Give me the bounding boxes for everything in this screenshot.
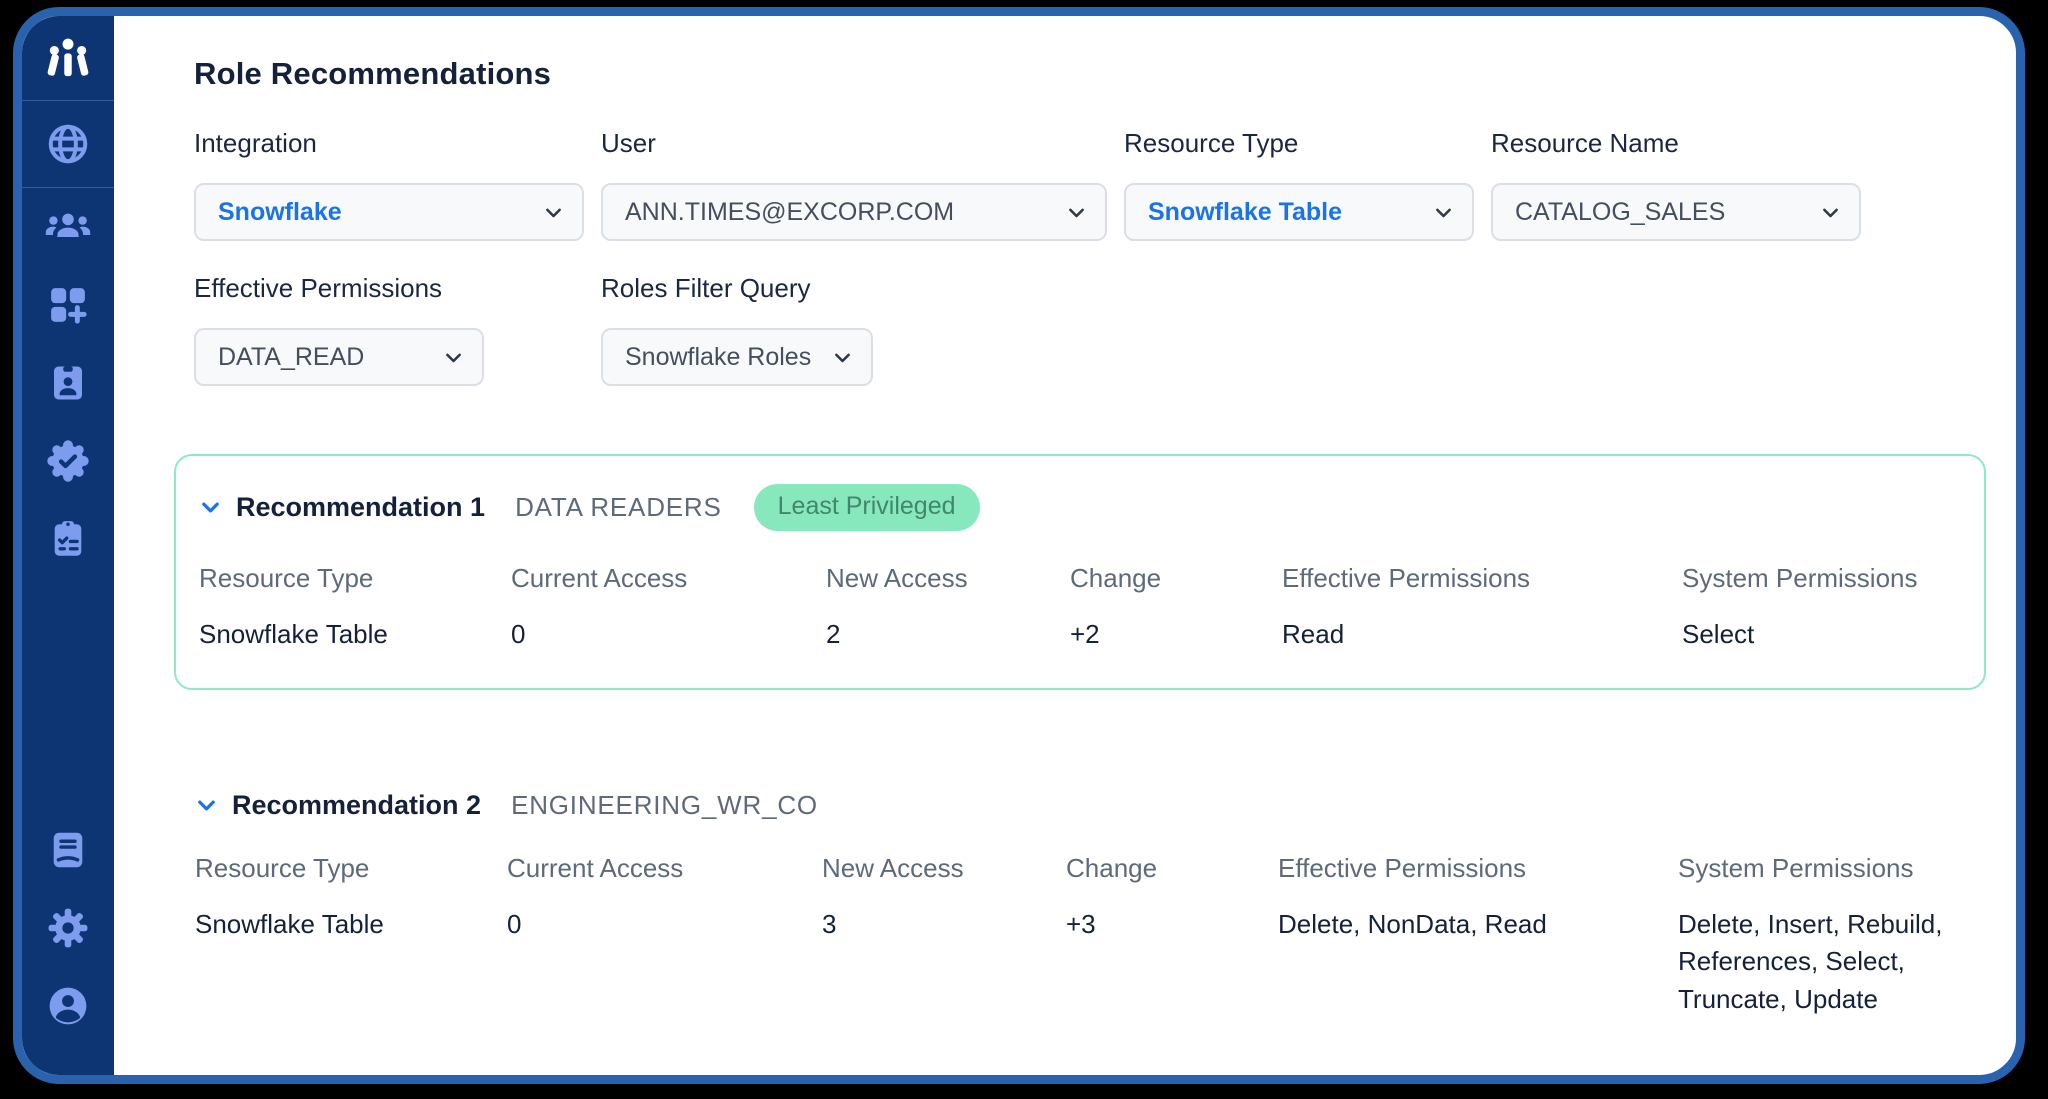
team-icon xyxy=(44,203,92,251)
roles-query-select[interactable]: Snowflake Roles xyxy=(601,328,873,386)
user-select[interactable]: ANN.TIMES@EXCORP.COM xyxy=(601,183,1107,241)
recommendation-2-title: Recommendation 2 xyxy=(232,790,481,821)
recommendation-1-table: Resource Type Current Access New Access … xyxy=(199,563,1984,654)
user-label: User xyxy=(601,128,1107,159)
recommendation-1-title: Recommendation 1 xyxy=(236,492,485,523)
filter-row-1: Integration Snowflake User ANN.TIMES@EXC… xyxy=(194,128,2016,241)
recommendation-2-role: ENGINEERING_WR_CO xyxy=(511,790,818,821)
main-content: Role Recommendations Integration Snowfla… xyxy=(114,16,2016,1075)
cell-new-access: 3 xyxy=(822,906,1066,1019)
chevron-down-icon xyxy=(1433,202,1454,223)
effective-permissions-value: DATA_READ xyxy=(218,343,364,372)
globe-icon xyxy=(45,121,91,167)
three-people-crown-logo-icon xyxy=(40,35,96,87)
integration-select[interactable]: Snowflake xyxy=(194,183,584,241)
recommendation-card-1: Recommendation 1 DATA READERS Least Priv… xyxy=(174,454,1986,690)
resource-type-value: Snowflake Table xyxy=(1148,198,1342,227)
recommendation-2-header: Recommendation 2 ENGINEERING_WR_CO xyxy=(195,790,2016,821)
column-header: Effective Permissions xyxy=(1278,853,1678,884)
sidebar-footer xyxy=(45,799,91,1075)
column-header: New Access xyxy=(826,563,1070,594)
clipboard-check-icon xyxy=(47,518,89,560)
book-icon xyxy=(46,828,90,872)
cell-system-permissions: Select xyxy=(1682,616,1992,654)
effective-permissions-select[interactable]: DATA_READ xyxy=(194,328,484,386)
filter-effective-permissions: Effective Permissions DATA_READ xyxy=(194,273,584,386)
cell-effective-permissions: Read xyxy=(1282,616,1682,654)
column-header: Resource Type xyxy=(195,853,507,884)
cell-new-access: 2 xyxy=(826,616,1070,654)
column-header: Change xyxy=(1066,853,1278,884)
resource-type-select[interactable]: Snowflake Table xyxy=(1124,183,1474,241)
page-title: Role Recommendations xyxy=(194,56,2016,92)
integration-value: Snowflake xyxy=(218,198,342,227)
effective-permissions-label: Effective Permissions xyxy=(194,273,584,304)
chevron-down-icon xyxy=(832,347,853,368)
cell-effective-permissions: Delete, NonData, Read xyxy=(1278,906,1678,1019)
account-icon xyxy=(45,983,91,1029)
cell-current-access: 0 xyxy=(511,616,826,654)
chevron-down-icon xyxy=(543,202,564,223)
integration-label: Integration xyxy=(194,128,584,159)
sidebar-item-settings[interactable] xyxy=(45,889,91,967)
verified-badge-icon xyxy=(45,438,91,484)
recommendation-1-role: DATA READERS xyxy=(515,492,722,523)
least-privileged-badge: Least Privileged xyxy=(754,484,980,531)
resource-name-label: Resource Name xyxy=(1491,128,1861,159)
sidebar-item-id-badge[interactable] xyxy=(22,344,114,422)
user-value: ANN.TIMES@EXCORP.COM xyxy=(625,198,954,227)
sidebar-item-team[interactable] xyxy=(22,188,114,266)
cell-change: +3 xyxy=(1066,906,1278,1019)
chevron-down-icon xyxy=(1820,202,1841,223)
resource-name-select[interactable]: CATALOG_SALES xyxy=(1491,183,1861,241)
sidebar-item-docs[interactable] xyxy=(45,811,91,889)
recommendation-section-2: Recommendation 2 ENGINEERING_WR_CO Resou… xyxy=(194,790,2016,1019)
sidebar-item-apps-add[interactable] xyxy=(22,266,114,344)
chevron-down-icon xyxy=(1066,202,1087,223)
recommendation-1-header: Recommendation 1 DATA READERS Least Priv… xyxy=(199,484,1984,531)
column-header: Current Access xyxy=(511,563,826,594)
app-window: Role Recommendations Integration Snowfla… xyxy=(13,7,2025,1084)
column-header: New Access xyxy=(822,853,1066,884)
sidebar-item-globe[interactable] xyxy=(22,100,114,188)
sidebar-item-verified[interactable] xyxy=(22,422,114,500)
sidebar xyxy=(22,16,114,1075)
cell-system-permissions: Delete, Insert, Rebuild, References, Sel… xyxy=(1678,906,1988,1019)
expand-chevron-icon[interactable] xyxy=(199,496,222,519)
cell-change: +2 xyxy=(1070,616,1282,654)
expand-chevron-icon[interactable] xyxy=(195,794,218,817)
settings-gear-icon xyxy=(46,906,90,950)
filter-row-2: Effective Permissions DATA_READ Roles Fi… xyxy=(194,273,2016,386)
apps-add-icon xyxy=(46,283,90,327)
chevron-down-icon xyxy=(443,347,464,368)
column-header: Current Access xyxy=(507,853,822,884)
column-header: Resource Type xyxy=(199,563,511,594)
cell-resource-type: Snowflake Table xyxy=(195,906,507,1019)
filter-roles-query: Roles Filter Query Snowflake Roles xyxy=(601,273,1107,386)
filter-resource-name: Resource Name CATALOG_SALES xyxy=(1491,128,1861,241)
resource-type-label: Resource Type xyxy=(1124,128,1474,159)
column-header: System Permissions xyxy=(1678,853,1988,884)
roles-query-label: Roles Filter Query xyxy=(601,273,1107,304)
filter-resource-type: Resource Type Snowflake Table xyxy=(1124,128,1474,241)
resource-name-value: CATALOG_SALES xyxy=(1515,198,1725,227)
sidebar-item-account[interactable] xyxy=(45,967,91,1045)
column-header: Change xyxy=(1070,563,1282,594)
roles-query-value: Snowflake Roles xyxy=(625,343,811,372)
cell-resource-type: Snowflake Table xyxy=(199,616,511,654)
column-header: System Permissions xyxy=(1682,563,1992,594)
recommendation-2-table: Resource Type Current Access New Access … xyxy=(195,853,2016,1019)
sidebar-item-clipboard[interactable] xyxy=(22,500,114,578)
filter-user: User ANN.TIMES@EXCORP.COM xyxy=(601,128,1107,241)
column-header: Effective Permissions xyxy=(1282,563,1682,594)
app-logo[interactable] xyxy=(40,16,96,100)
cell-current-access: 0 xyxy=(507,906,822,1019)
filter-integration: Integration Snowflake xyxy=(194,128,584,241)
id-badge-icon xyxy=(47,362,89,404)
